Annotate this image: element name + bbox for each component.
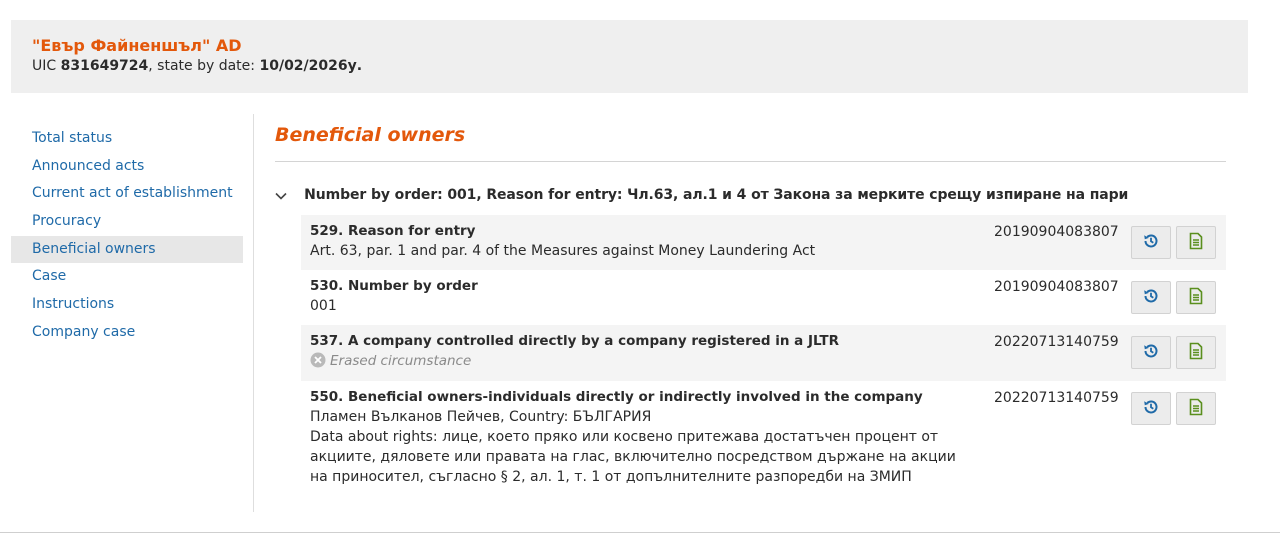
erased-text: Erased circumstance	[330, 353, 472, 369]
history-icon	[1142, 287, 1160, 309]
chevron-down-icon[interactable]	[275, 185, 289, 204]
history-button[interactable]	[1131, 392, 1171, 425]
document-button[interactable]	[1176, 336, 1216, 369]
sidebar-item-case[interactable]: Case	[11, 263, 243, 291]
entry-number: 20190904083807	[994, 224, 1119, 240]
history-icon	[1142, 232, 1160, 254]
list-item: 530. Number by order 001 20190904083807	[301, 270, 1226, 325]
document-button[interactable]	[1176, 392, 1216, 425]
list-item: 537. A company controlled directly by a …	[301, 325, 1226, 381]
sidebar-item-procuracy[interactable]: Procuracy	[11, 208, 243, 236]
document-icon	[1188, 232, 1204, 254]
footer-divider	[0, 532, 1280, 533]
entry-number: 20190904083807	[994, 279, 1119, 295]
list-item: 550. Beneficial owners-individuals direc…	[301, 381, 1226, 495]
entry-value: Art. 63, par. 1 and par. 4 of the Measur…	[310, 243, 816, 259]
sidebar-divider	[253, 114, 254, 512]
sidebar-item-beneficial-owners[interactable]: Beneficial owners	[11, 235, 243, 264]
title-divider	[275, 161, 1226, 162]
document-icon	[1188, 287, 1204, 309]
company-header: "Евър Файненшъл" AD UIC 831649724, state…	[11, 20, 1248, 93]
group-header[interactable]: Number by order: 001, Reason for entry: …	[275, 184, 1128, 204]
entry-number: 20220713140759	[994, 390, 1119, 406]
history-icon	[1142, 342, 1160, 364]
sidebar-nav: Total status Announced acts Current act …	[11, 125, 243, 347]
entry-number: 20220713140759	[994, 334, 1119, 350]
x-circle-icon	[310, 352, 326, 374]
uic-label: UIC	[32, 58, 57, 74]
history-icon	[1142, 398, 1160, 420]
sidebar-item-announced-acts[interactable]: Announced acts	[11, 153, 243, 181]
document-icon	[1188, 398, 1204, 420]
list-item: 529. Reason for entry Art. 63, par. 1 an…	[301, 215, 1226, 270]
company-name: "Евър Файненшъл" AD	[32, 36, 242, 55]
state-date: 10/02/2026у.	[259, 58, 363, 74]
history-button[interactable]	[1131, 226, 1171, 259]
sidebar-item-current-act[interactable]: Current act of establishment	[11, 180, 243, 208]
sidebar-item-instructions[interactable]: Instructions	[11, 291, 243, 319]
page-title: Beneficial owners	[275, 124, 466, 146]
group-title: Number by order: 001, Reason for entry: …	[304, 186, 1129, 203]
history-button[interactable]	[1131, 336, 1171, 369]
state-label: , state by date:	[148, 58, 256, 74]
document-icon	[1188, 342, 1204, 364]
document-button[interactable]	[1176, 226, 1216, 259]
uic-value: 831649724	[60, 58, 149, 74]
sidebar-item-total-status[interactable]: Total status	[11, 125, 243, 153]
entry-rights: Data about rights: лице, което пряко или…	[310, 429, 956, 485]
entry-value: Пламен Вълканов Пейчев, Country: БЪЛГАРИ…	[310, 409, 652, 425]
company-meta: UIC 831649724, state by date: 10/02/2026…	[32, 58, 362, 74]
entry-value: 001	[310, 298, 337, 314]
history-button[interactable]	[1131, 281, 1171, 314]
sidebar-item-company-case[interactable]: Company case	[11, 319, 243, 347]
entry-value-erased: Erased circumstance	[310, 351, 965, 374]
entries-list: 529. Reason for entry Art. 63, par. 1 an…	[301, 215, 1226, 495]
document-button[interactable]	[1176, 281, 1216, 314]
